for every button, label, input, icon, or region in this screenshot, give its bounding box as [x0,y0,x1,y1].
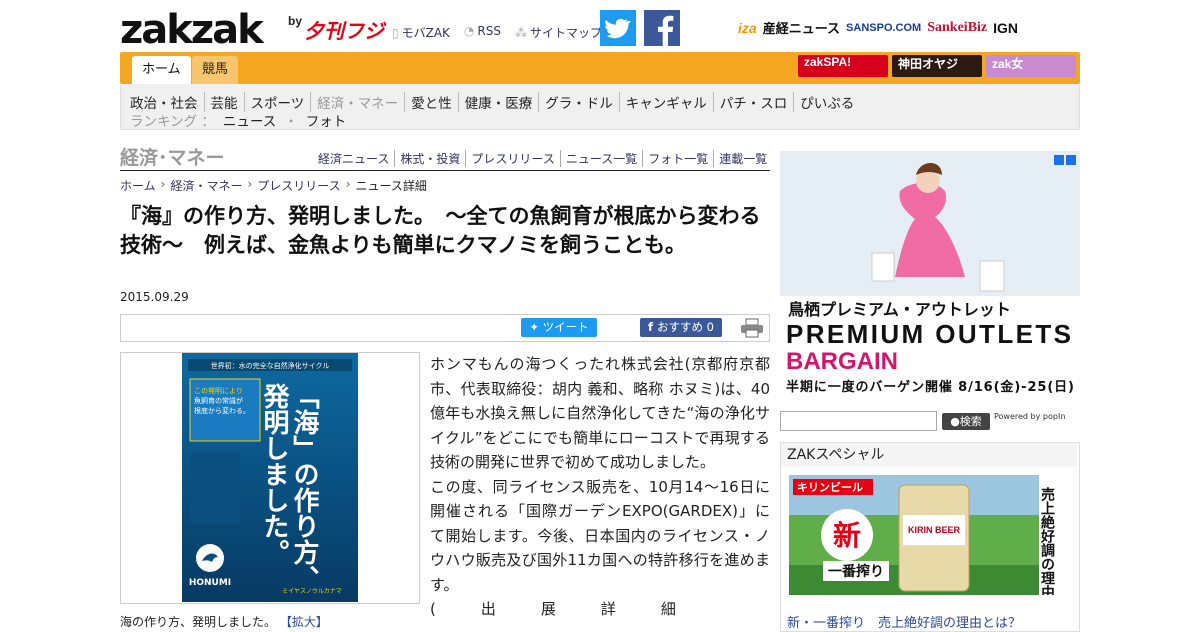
zakspa-banner[interactable]: zakSPA! [798,55,888,77]
article-headline: 『海』の作り方、発明しました。 ～全ての魚飼育が根底から変わる技術～ 例えば、金… [120,204,761,257]
rss-icon: ◔ [463,24,475,38]
category-health[interactable]: 健康・医療 [459,92,540,112]
ad-line-3: BARGAIN [786,348,898,375]
article-paragraph-1: ホンマもんの海つくったれ株式会社(京都府京都市、代表取締役：胡内 義和、略称 ホ… [430,355,770,471]
breadcrumb: ホーム › 経済・マネー › プレスリリース › ニュース詳細 [120,177,427,194]
nav-banners: zakSPA! 神田オヤジ zak女 [798,55,1076,77]
poster-top-text: 世界初：水の完全な自然浄化サイクル [211,361,330,370]
ranking-menu: ランキング ： ニュース ・ フォト [130,110,346,130]
zakzak-logo[interactable]: zakzak [120,10,288,48]
promo-brand: キリンビール [797,480,863,494]
outlet-ad-banner[interactable]: 鳥栖プレミアム・アウトレット PREMIUM OUTLETS BARGAIN 半… [780,151,1080,401]
tab-home[interactable]: ホーム [132,56,191,84]
category-gravure[interactable]: グラ・ドル [539,92,620,112]
search-button[interactable]: ●検索 [942,413,990,430]
svg-text:魚飼育の常識が: 魚飼育の常識が [194,396,243,405]
tweet-button[interactable]: ✦ ツイート [521,318,597,337]
ranking-separator: ・ [284,114,298,130]
category-menu: 政治・社会 芸能 スポーツ 経済・マネー 愛と性 健康・医療 グラ・ドル キャン… [130,92,860,112]
poster-foot: ミイヤスノウルカナマ [282,587,342,595]
breadcrumb-current: ニュース詳細 [355,179,427,193]
section-link-news-list[interactable]: ニュース一覧 [561,150,644,167]
category-people[interactable]: ぴいぷる [794,92,860,112]
ranking-news-link[interactable]: ニュース [223,110,276,130]
promo-new: 新 [833,519,861,552]
ad-line-1: 鳥栖プレミアム・アウトレット [788,300,1011,319]
sankeibiz-logo[interactable]: SankeiBiz [927,20,987,36]
facebook-icon[interactable] [644,10,680,46]
twitter-bird-icon: ✦ [529,320,543,334]
chevron-right-icon: › [345,177,351,191]
yukan-fuji-logo[interactable]: 夕刊フジ [304,14,386,44]
kanda-oyaji-banner[interactable]: 神田オヤジ [892,55,982,77]
chevron-right-icon: › [160,177,166,191]
sanspo-logo[interactable]: SANSPO.COM [846,22,921,34]
category-sports[interactable]: スポーツ [245,92,312,112]
photo-caption: 海の作り方、発明しました。 【拡大】 [120,615,328,629]
zak-jo-banner[interactable]: zak女 [986,55,1076,77]
search-icon: ● [950,415,960,428]
twitter-icon[interactable] [600,10,636,46]
breadcrumb-home[interactable]: ホーム [120,177,156,194]
facebook-recommend-button[interactable]: f おすすめ 0 [640,318,722,337]
iza-logo[interactable]: iza [738,20,757,36]
tab-keiba[interactable]: 競馬 [192,56,239,84]
article-paragraph-3: ( 出 展 詳 細 [430,600,676,618]
category-campaign-girl[interactable]: キャンギャル [620,92,714,112]
section-link-photo-list[interactable]: フォト一覧 [643,150,715,167]
printer-icon[interactable] [740,318,764,338]
ranking-photo-link[interactable]: フォト [306,110,347,130]
section-links: 経済ニュース 株式・投資 プレスリリース ニュース一覧 フォト一覧 連載一覧 [318,150,767,167]
mobile-icon: ▯ [392,26,399,40]
poster-title-1: 「海」の作り方、 [289,383,319,591]
article-date: 2015.09.29 [120,290,189,304]
enlarge-link[interactable]: 【拡大】 [280,615,328,629]
category-politics[interactable]: 政治・社会 [130,92,205,112]
category-pachislot[interactable]: パチ・スロ [714,92,795,112]
category-love[interactable]: 愛と性 [405,92,459,112]
category-entertainment[interactable]: 芸能 [205,92,245,112]
section-link-stocks[interactable]: 株式・投資 [395,150,467,167]
promo-caption-link[interactable]: 新・一番搾り 売上絶好調の理由とは？ [787,612,1021,631]
section-title: 経済･マネー [120,148,225,169]
svg-text:zakzak: zakzak [120,10,265,48]
ad-line-2: PREMIUM OUTLETS [786,319,1071,349]
by-label: by [288,14,303,28]
category-economy[interactable]: 経済・マネー [311,92,406,112]
poster-title-2: 発明しました。 [259,383,290,565]
breadcrumb-economy[interactable]: 経済・マネー [170,177,242,194]
article-body: ホンマもんの海つくったれ株式会社(京都府京都市、代表取締役：胡内 義和、略称 ホ… [430,352,770,622]
sitemap-link[interactable]: ⁂ サイトマップ [515,24,602,41]
section-link-economy-news[interactable]: 経済ニュース [318,150,396,167]
ad-line-4: 半期に一度のバーゲン開催 8/16(金)-25(日) [786,379,1074,395]
svg-text:根底から変わる。: 根底から変わる。 [194,406,250,415]
breadcrumb-press-release[interactable]: プレスリリース [257,177,340,194]
svg-text:夕刊フジ: 夕刊フジ [304,19,386,43]
zak-special-title: ZAKスペシャル [781,443,1077,467]
promo-sub: 一番搾り [828,563,884,580]
sankei-news-logo[interactable]: 産経ニュース [763,18,840,37]
mobile-link[interactable]: ▯ モバZAK [392,24,450,41]
powered-by-popin[interactable]: Powered by popIn [994,412,1074,421]
rss-link[interactable]: ◔ RSS [464,24,501,41]
ign-logo[interactable]: IGN [993,20,1018,36]
partner-logos: iza 産経ニュース SANSPO.COM SankeiBiz IGN [738,18,1018,37]
kirin-promo-image[interactable]: キリンビール 新 一番搾り KIRIN BEER 売上絶好調の理由とは [789,475,1070,595]
search-input[interactable] [780,411,937,431]
promo-beer: KIRIN BEER [908,525,961,535]
header-links: ▯ モバZAK ◔ RSS ⁂ サイトマップ [392,24,602,41]
poster-brand: HONUMI [189,578,231,588]
ranking-label: ランキング ： [130,114,215,130]
article-photo[interactable]: 世界初：水の完全な自然浄化サイクル この発明により 魚飼育の常識が 根底から変わ… [182,353,358,602]
facebook-f-icon: f [648,320,658,334]
section-link-series-list[interactable]: 連載一覧 [714,150,767,167]
sitemap-icon: ⁂ [514,26,527,40]
promo-right: 売上絶好調の理由とは [1039,486,1056,595]
svg-text:この発明により: この発明により [194,386,243,395]
section-link-press-release[interactable]: プレスリリース [466,150,561,167]
section-divider [120,170,770,171]
chevron-right-icon: › [247,177,253,191]
article-paragraph-2: この度、同ライセンス販売を、10月14～16日に開催される「国際ガーデンEXPO… [430,477,770,594]
